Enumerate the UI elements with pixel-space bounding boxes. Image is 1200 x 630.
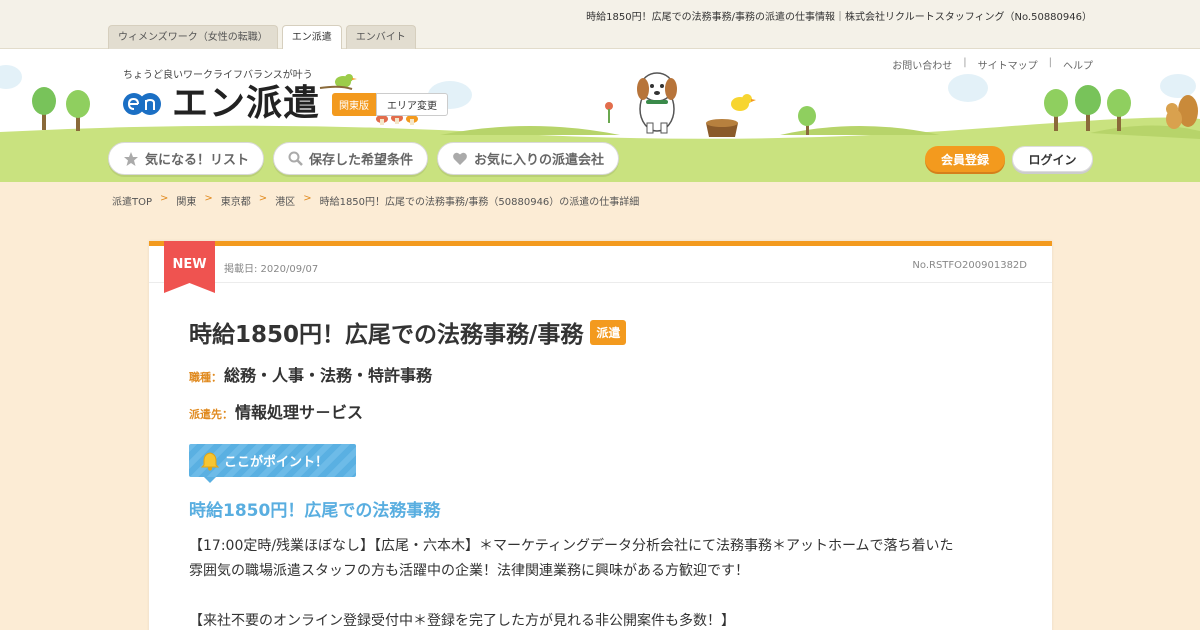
contact-link[interactable]: お問い合わせ (892, 57, 952, 72)
site-tab-womens-work[interactable]: ウィメンズワーク（女性の転職） (108, 25, 278, 49)
job-category: 職種： 総務・人事・法務・特許事務 (189, 362, 432, 386)
job-category-label: 職種： (189, 371, 222, 384)
new-badge-label: NEW (172, 257, 207, 272)
job-catchphrase: 時給1850円！広尾での法務事務 (189, 501, 441, 521)
watchlist-label: 気になる！リスト (145, 153, 250, 168)
client-industry-value: 情報処理サ－ビス (235, 403, 364, 422)
breadcrumb-link-top[interactable]: 派遣TOP (112, 193, 152, 208)
separator: | (1048, 57, 1052, 68)
top-bar: 時給1850円！広尾での法務事務/事務の派遣の仕事情報｜株式会社リクルートスタッ… (0, 0, 1200, 50)
breadcrumb-separator: > (303, 193, 312, 204)
search-icon (288, 151, 303, 166)
site-logo[interactable]: エン派遣 (122, 85, 320, 123)
utility-links: お問い合わせ | サイトマップ | ヘルプ (892, 57, 1093, 72)
site-tab-en-baito[interactable]: エンバイト (345, 25, 416, 49)
description-line: 【17:00定時/残業ほぼなし】【広尾・六本木】＊マーケティングデータ分析会社に… (189, 538, 954, 554)
tagline: ちょうど良いワークライフバランスが叶う (123, 70, 313, 81)
flower-icon (605, 102, 613, 123)
client-industry: 派遣先： 情報処理サ－ビス (189, 399, 363, 423)
region-selector: 関東版 エリア変更 (332, 93, 448, 116)
stump-icon (706, 119, 738, 137)
favorite-companies-button[interactable]: お気に入りの派遣会社 (437, 142, 620, 175)
breadcrumb-separator: > (258, 193, 268, 204)
favorite-companies-label: お気に入りの派遣会社 (474, 153, 605, 168)
auth-buttons: 会員登録 ログイン (925, 146, 1093, 172)
job-meta: NEW 掲載日: 2020/09/07 No.RSTFO200901382D (149, 241, 1052, 293)
description-line: 【来社不要のオンライン登録受付中＊登録を完了した方が見れる非公開案件も多数！】 (189, 613, 735, 629)
breadcrumb-link-minato[interactable]: 港区 (275, 193, 295, 208)
nav-pills: 気になる！リスト 保存した希望条件 お気に入りの派遣会社 (108, 142, 620, 175)
breadcrumb-link-kanto[interactable]: 関東 (176, 193, 196, 208)
breadcrumb-separator: > (204, 193, 213, 204)
job-description: 【17:00定時/残業ほぼなし】【広尾・六本木】＊マーケティングデータ分析会社に… (189, 534, 1019, 630)
saved-conditions-label: 保存した希望条件 (309, 153, 414, 168)
heart-icon (453, 152, 467, 165)
client-industry-label: 派遣先： (189, 408, 233, 421)
region-change-button[interactable]: エリア変更 (376, 93, 448, 116)
job-detail-card: NEW 掲載日: 2020/09/07 No.RSTFO200901382D 時… (149, 241, 1052, 630)
page-title: 時給1850円！広尾での法務事務/事務の派遣の仕事情報｜株式会社リクルートスタッ… (586, 12, 1092, 23)
bell-icon (200, 451, 220, 470)
breadcrumb-current: 時給1850円！広尾での法務事務/事務（50880946）の派遣の仕事詳細 (319, 197, 640, 208)
job-title-row: 時給1850円！広尾での法務事務/事務 派遣 (189, 315, 627, 349)
site-header: ちょうど良いワークライフバランスが叶う エン派遣 関東版 エリア変更 お問い合わ… (0, 49, 1200, 182)
saved-conditions-button[interactable]: 保存した希望条件 (273, 142, 429, 175)
point-badge-label: ここがポイント！ (224, 455, 329, 470)
description-line: 雰囲気の職場派遣スタッフの方も活躍中の企業！法律関連業務に興味がある方歓迎です！ (189, 563, 749, 579)
breadcrumb: 派遣TOP > 関東 > 東京都 > 港区 > 時給1850円！広尾での法務事務… (112, 193, 639, 208)
login-button[interactable]: ログイン (1012, 146, 1093, 172)
job-title: 時給1850円！広尾での法務事務/事務 (189, 322, 584, 348)
dog-icon (637, 72, 677, 134)
bird-icon-left (319, 74, 357, 90)
separator: | (963, 57, 967, 68)
sitemap-link[interactable]: サイトマップ (978, 57, 1038, 72)
en-logo-icon (123, 93, 161, 115)
site-tabs: ウィメンズワーク（女性の転職） エン派遣 エンバイト (108, 25, 416, 50)
bird-icon-right (731, 94, 756, 111)
watchlist-button[interactable]: 気になる！リスト (108, 142, 265, 175)
help-link[interactable]: ヘルプ (1063, 57, 1093, 72)
region-name: 関東版 (332, 93, 376, 116)
logo-text: エン派遣 (172, 83, 321, 124)
star-icon (124, 151, 138, 166)
job-category-value: 総務・人事・法務・特許事務 (224, 366, 433, 385)
job-number: No.RSTFO200901382D (912, 260, 1027, 271)
breadcrumb-separator: > (160, 193, 169, 204)
posted-date: 掲載日: 2020/09/07 (224, 264, 319, 275)
employment-type-tag: 派遣 (590, 319, 627, 345)
site-tab-en-haken[interactable]: エン派遣 (281, 25, 342, 50)
new-badge: NEW (164, 241, 215, 293)
register-button[interactable]: 会員登録 (925, 146, 1005, 172)
breadcrumb-link-tokyo[interactable]: 東京都 (221, 193, 251, 208)
point-badge: ここがポイント！ (189, 444, 356, 483)
